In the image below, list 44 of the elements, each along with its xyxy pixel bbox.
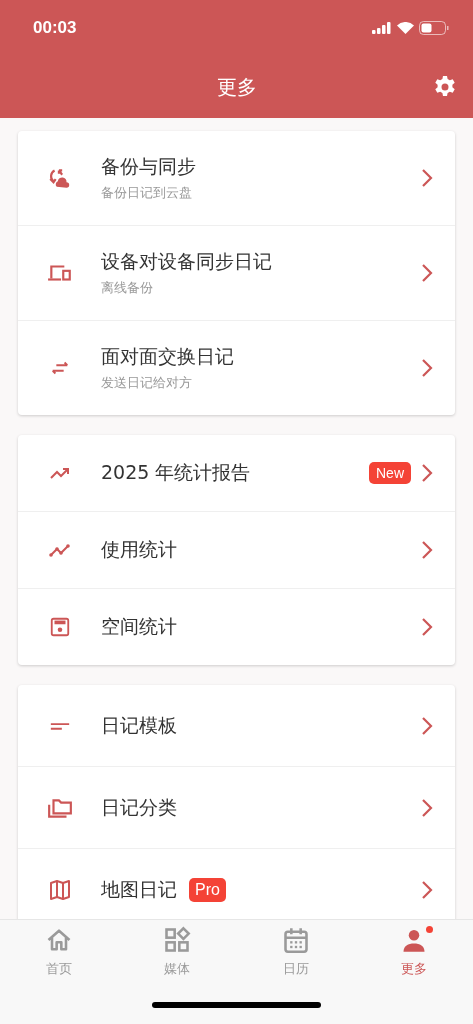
item-title: 使用统计 <box>101 537 177 562</box>
item-title: 备份与同步 <box>101 154 196 179</box>
settings-icon[interactable] <box>433 75 457 99</box>
chevron-right-icon <box>421 263 433 283</box>
chevron-right-icon <box>421 168 433 188</box>
chevron-right-icon <box>421 358 433 378</box>
signal-icon <box>372 22 392 34</box>
battery-icon <box>419 21 449 35</box>
item-title: 日记模板 <box>101 712 177 738</box>
chevron-right-icon <box>421 715 433 736</box>
chevron-right-icon <box>421 617 433 637</box>
item-title: 空间统计 <box>101 614 177 639</box>
item-title: 设备对设备同步日记 <box>101 249 272 274</box>
item-title: 地图日记 <box>101 876 177 902</box>
new-badge: New <box>369 462 411 484</box>
short-text-icon <box>48 720 71 731</box>
widgets-icon <box>163 926 192 954</box>
menu-item[interactable]: 空间统计 <box>18 589 455 665</box>
menu-item[interactable]: 设备对设备同步日记 离线备份 <box>18 226 455 321</box>
item-subtitle: 发送日记给对方 <box>101 374 193 392</box>
wifi-icon <box>397 22 414 34</box>
calendar-icon <box>281 926 310 954</box>
menu-item[interactable]: 备份与同步 备份日记到云盘 <box>18 131 455 226</box>
pro-badge: Pro <box>189 877 226 902</box>
menu-item[interactable]: 地图日记 Pro <box>18 849 455 919</box>
chevron-right-icon <box>421 797 433 818</box>
save-icon <box>48 616 71 638</box>
menu-item[interactable]: 2025 年统计报告 New <box>18 435 455 512</box>
status-time: 00:03 <box>33 18 77 38</box>
menu-item[interactable]: 日记分类 <box>18 767 455 849</box>
item-title: 面对面交换日记 <box>101 344 234 369</box>
tab-item[interactable]: 更多 <box>354 926 473 978</box>
chevron-right-icon <box>421 879 433 900</box>
map-icon <box>47 877 72 902</box>
item-title: 日记分类 <box>101 794 177 820</box>
item-title: 2025 年统计报告 <box>101 460 251 485</box>
chevron-right-icon <box>421 463 433 483</box>
menu-item[interactable]: 日记模板 <box>18 685 455 767</box>
menu-item[interactable]: 使用统计 <box>18 512 455 589</box>
page-title: 更多 <box>216 73 257 101</box>
chevron-right-icon <box>421 540 433 560</box>
menu-item[interactable]: 面对面交换日记 发送日记给对方 <box>18 321 455 415</box>
item-subtitle: 离线备份 <box>101 279 154 297</box>
item-subtitle: 备份日记到云盘 <box>101 184 193 202</box>
